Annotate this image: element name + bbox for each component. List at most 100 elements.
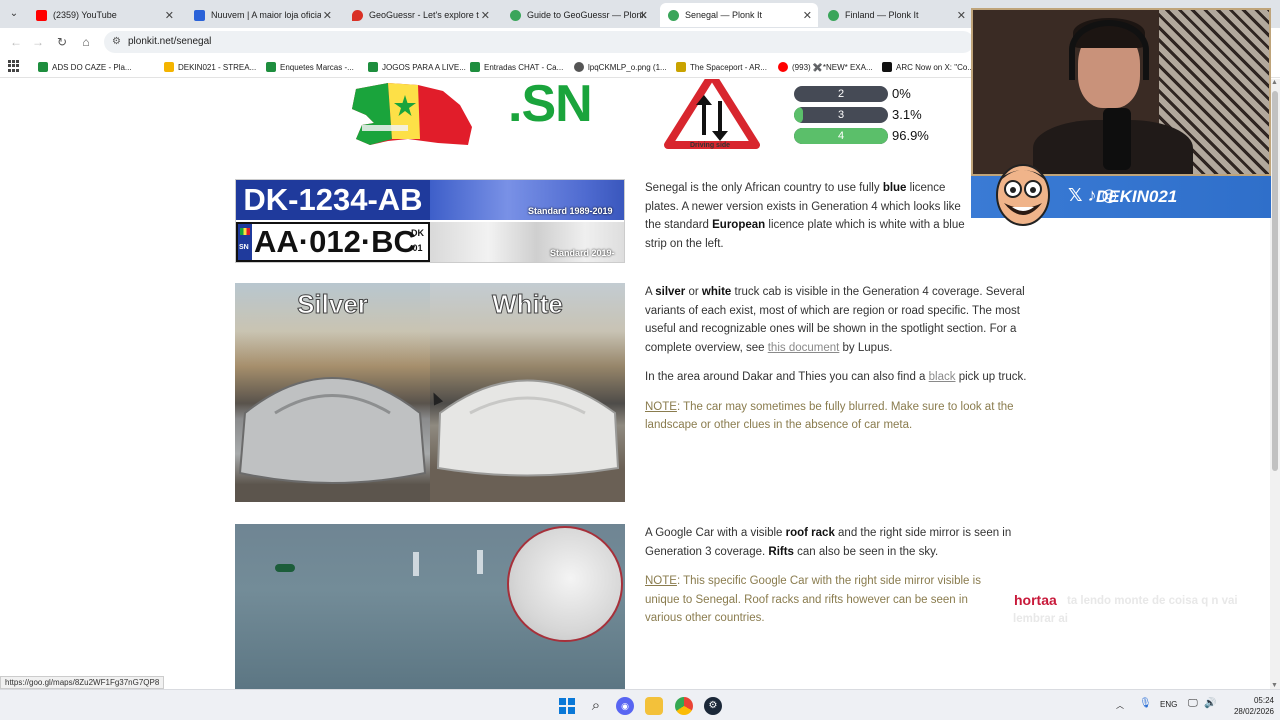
- bookmark-label: lpqCKMLP_o.png (1...: [588, 62, 667, 72]
- car-paragraph: A silver or white truck cab is visible i…: [645, 286, 1025, 354]
- plate-caption-old: Standard 1989-2019: [528, 206, 613, 216]
- bookmark-spaceport[interactable]: The Spaceport - AR...: [676, 60, 767, 74]
- sheets-icon: [38, 62, 48, 72]
- close-tab-icon[interactable]: ✕: [957, 9, 966, 22]
- bookmark-label: Entradas CHAT - Ca...: [484, 62, 564, 72]
- bookmark-jogos[interactable]: JOGOS PARA A LIVE...: [368, 60, 466, 74]
- network-icon[interactable]: 🖵: [1188, 698, 1198, 709]
- bookmark-image-file[interactable]: lpqCKMLP_o.png (1...: [574, 60, 667, 74]
- microphone-icon: [1103, 108, 1131, 170]
- system-clock[interactable]: 05:24 28/02/2026: [1222, 695, 1274, 717]
- url-text: plonkit.net/senegal: [128, 36, 212, 47]
- close-tab-icon[interactable]: ✕: [639, 9, 648, 22]
- discord-icon[interactable]: ◉: [616, 697, 634, 715]
- microphone-tray-icon[interactable]: 🎙: [1139, 698, 1152, 709]
- coverage-percent: 3.1%: [892, 107, 922, 122]
- bookmark-label: DEKIN021 - STREA...: [178, 62, 257, 72]
- tab-senegal-active[interactable]: Senegal — Plonk It ✕: [660, 3, 818, 27]
- silver-cab-image: Silver: [235, 283, 430, 502]
- geoguessr-pin-icon: [352, 9, 363, 21]
- white-cab-image: White: [430, 283, 625, 502]
- roof-rack-photo[interactable]: [235, 524, 625, 689]
- streamer-cartoon-avatar: [996, 164, 1050, 226]
- bookmark-arc-x[interactable]: ARC Now on X: "Co...: [882, 60, 974, 74]
- plonkit-icon: [828, 9, 839, 21]
- blue-strip: SN: [238, 224, 252, 260]
- tab-nuuvem[interactable]: Nuuvem | A maior loja oficial d ✕: [186, 3, 338, 27]
- tab-geoguessr[interactable]: GeoGuessr - Let's explore the w ✕: [344, 3, 496, 27]
- tab-title: Guide to GeoGuessr — Plonk It: [527, 10, 646, 20]
- region-number: 01: [412, 243, 423, 253]
- pole-detail: [413, 552, 419, 576]
- clock-date: 28/02/2026: [1233, 707, 1274, 716]
- car-in-water-detail: [275, 564, 295, 572]
- pole-detail: [477, 550, 483, 574]
- site-info-icon[interactable]: ⚙: [112, 36, 121, 47]
- chrome-icon[interactable]: [675, 697, 693, 715]
- steam-icon[interactable]: ⚙: [704, 697, 722, 715]
- coverage-percent: 96.9%: [892, 128, 929, 143]
- bookmark-dekin021-stream[interactable]: DEKIN021 - STREA...: [164, 60, 256, 74]
- pickup-paragraph: In the area around Dakar and Thies you c…: [645, 371, 1027, 383]
- home-icon[interactable]: ⌂: [78, 34, 94, 50]
- bookmark-label: ADS DO CAZE - Pla...: [52, 62, 132, 72]
- document-link[interactable]: this document: [768, 342, 840, 354]
- licence-plates-image[interactable]: DK-1234-AB Standard 1989-2019 SN AA·012·…: [235, 179, 625, 263]
- tab-title: Nuuvem | A maior loja oficial d: [211, 10, 321, 20]
- mirror-zoom-inset: [507, 526, 623, 642]
- tray-chevron-up-icon[interactable]: ︿: [1116, 700, 1124, 711]
- senegal-flag-icon: [240, 228, 250, 235]
- volume-icon[interactable]: 🔊: [1204, 698, 1216, 709]
- youtube-icon: [36, 9, 47, 21]
- tab-search-chevron-icon[interactable]: ⌄: [6, 6, 22, 22]
- sheets-icon: [266, 62, 276, 72]
- close-tab-icon[interactable]: ✕: [803, 9, 812, 22]
- chat-username: hortaa: [1014, 592, 1057, 608]
- plonkit-icon: [668, 9, 679, 21]
- truck-cab-photo[interactable]: Silver White: [235, 283, 625, 502]
- bookmark-youtube-video[interactable]: (993) ✖️*NEW* EXA...: [778, 60, 873, 74]
- bookmark-ads-do-caze[interactable]: ADS DO CAZE - Pla...: [38, 60, 132, 74]
- page-scrollbar[interactable]: ▲ ▼: [1270, 79, 1280, 689]
- x-logo-icon: [882, 62, 892, 72]
- roof-note: NOTE: This specific Google Car with the …: [645, 575, 981, 624]
- tab-finland[interactable]: Finland — Plonk It ✕: [820, 3, 972, 27]
- plate-caption-new: Standard 2019-: [550, 248, 615, 258]
- roof-paragraph: A Google Car with a visible roof rack an…: [645, 527, 1012, 558]
- search-icon[interactable]: ⌕: [587, 697, 605, 715]
- reload-icon[interactable]: ↻: [54, 34, 70, 50]
- webcam-overlay: [971, 8, 1271, 176]
- back-icon[interactable]: ←: [8, 34, 24, 50]
- file-explorer-icon[interactable]: [645, 697, 663, 715]
- sheets-icon: [470, 62, 480, 72]
- black-pickup-link[interactable]: black: [929, 371, 956, 383]
- bookmark-label: Enquetes Marcas -...: [280, 62, 354, 72]
- plates-description: Senegal is the only African country to u…: [645, 182, 965, 250]
- roof-rack-description: A Google Car with a visible roof rack an…: [645, 524, 1037, 628]
- bookmark-entradas-chat[interactable]: Entradas CHAT - Ca...: [470, 60, 563, 74]
- scrollbar-thumb[interactable]: [1272, 91, 1278, 471]
- white-label: White: [492, 289, 564, 320]
- address-bar[interactable]: ⚙ plonkit.net/senegal: [104, 31, 974, 53]
- close-tab-icon[interactable]: ✕: [165, 9, 174, 22]
- scroll-down-icon[interactable]: ▼: [1271, 682, 1278, 689]
- driving-side-caption: Driving side: [690, 142, 731, 149]
- windows-start-icon[interactable]: [558, 697, 576, 715]
- headset-icon: [1069, 20, 1149, 80]
- language-indicator[interactable]: ENG: [1160, 700, 1177, 709]
- tab-youtube[interactable]: (2359) YouTube ✕: [28, 3, 180, 27]
- country-code: SN: [239, 244, 249, 251]
- forward-icon[interactable]: →: [30, 34, 46, 50]
- close-tab-icon[interactable]: ✕: [323, 9, 332, 22]
- driving-side-sign-icon: [664, 79, 760, 149]
- bookmark-enquetes[interactable]: Enquetes Marcas -...: [266, 60, 354, 74]
- car-note: NOTE: The car may sometimes be fully blu…: [645, 400, 1014, 432]
- scroll-up-icon[interactable]: ▲: [1271, 79, 1278, 86]
- tab-plonkit-guide[interactable]: Guide to GeoGuessr — Plonk It ✕: [502, 3, 654, 27]
- senegal-flag-map: [352, 83, 472, 145]
- new-white-plate: SN AA·012·BC DK 01: [236, 222, 430, 262]
- apps-grid-icon[interactable]: [8, 60, 20, 72]
- bookmark-label: (993) ✖️*NEW* EXA...: [792, 62, 873, 72]
- close-tab-icon[interactable]: ✕: [481, 9, 490, 22]
- nuuvem-icon: [194, 9, 205, 21]
